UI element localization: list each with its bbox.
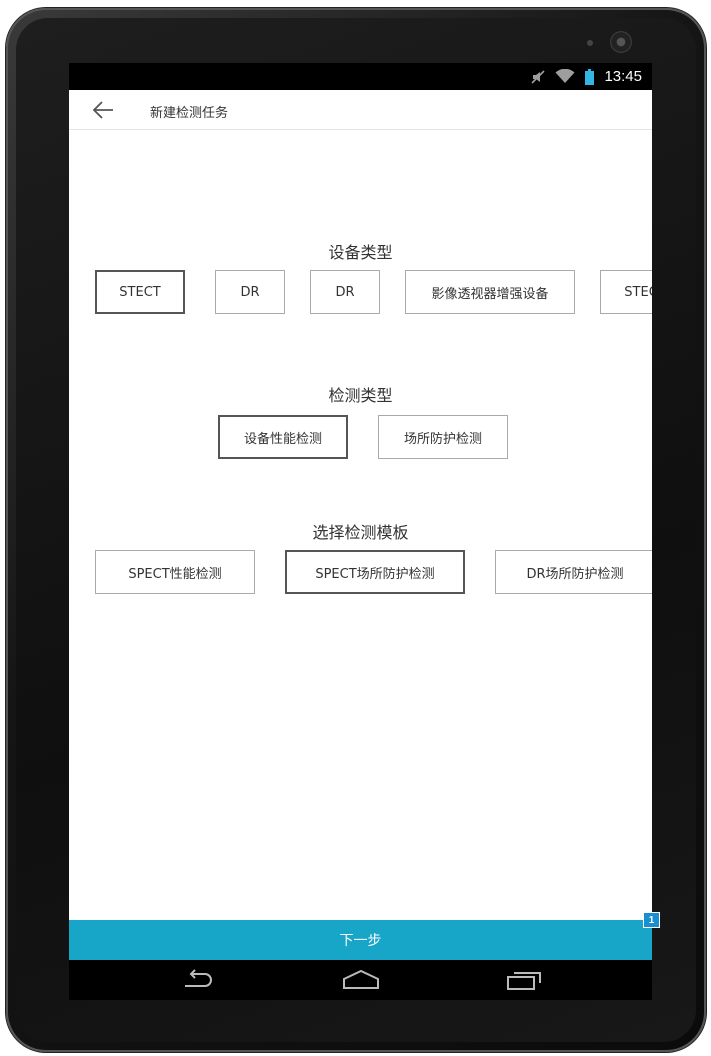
template-title: 选择检测模板 xyxy=(312,523,409,542)
camera-icon xyxy=(610,31,632,53)
device-option-dr-1[interactable]: DR xyxy=(215,270,285,314)
status-icons: 13:45 xyxy=(531,66,642,87)
nav-bar xyxy=(69,960,652,1000)
page-title: 新建检测任务 xyxy=(150,106,229,121)
nav-back-button[interactable] xyxy=(179,968,219,992)
device-option-fluoroscope[interactable]: 影像透视器增强设备 xyxy=(405,270,575,314)
status-clock: 13:45 xyxy=(604,68,642,85)
device-option-dr-2[interactable]: DR xyxy=(310,270,380,314)
template-option-spect-performance[interactable]: SPECT性能检测 xyxy=(95,550,255,594)
screen: 13:45 新建检测任务 设备类型 STECT DR DR 影像透视器增强设备 … xyxy=(69,63,652,1000)
back-nav-icon xyxy=(185,969,212,987)
next-step-button[interactable]: 下一步 xyxy=(69,920,652,960)
battery-icon xyxy=(585,68,595,85)
nav-home-button[interactable] xyxy=(341,968,381,992)
wifi-icon xyxy=(555,69,575,84)
test-option-protection[interactable]: 场所防护检测 xyxy=(378,415,508,459)
nav-recents-button[interactable] xyxy=(505,968,545,992)
recents-icon xyxy=(507,972,541,990)
test-type-title: 检测类型 xyxy=(328,386,393,405)
device-option-stect-2[interactable]: STECT xyxy=(600,270,652,314)
device-type-title: 设备类型 xyxy=(328,243,393,262)
status-bar: 13:45 xyxy=(69,63,652,90)
template-option-dr-protection[interactable]: DR场所防护检测 xyxy=(495,550,652,594)
template-option-spect-protection[interactable]: SPECT场所防护检测 xyxy=(285,550,465,594)
app-bar: 新建检测任务 xyxy=(69,90,652,130)
back-button[interactable] xyxy=(91,98,117,122)
light-sensor xyxy=(587,40,593,46)
device-option-stect[interactable]: STECT xyxy=(95,270,185,314)
test-option-performance[interactable]: 设备性能检测 xyxy=(218,415,348,459)
arrow-left-icon xyxy=(92,101,113,119)
annotation-badge: 1 xyxy=(643,912,660,928)
home-icon xyxy=(343,969,379,989)
mute-icon xyxy=(531,69,546,85)
